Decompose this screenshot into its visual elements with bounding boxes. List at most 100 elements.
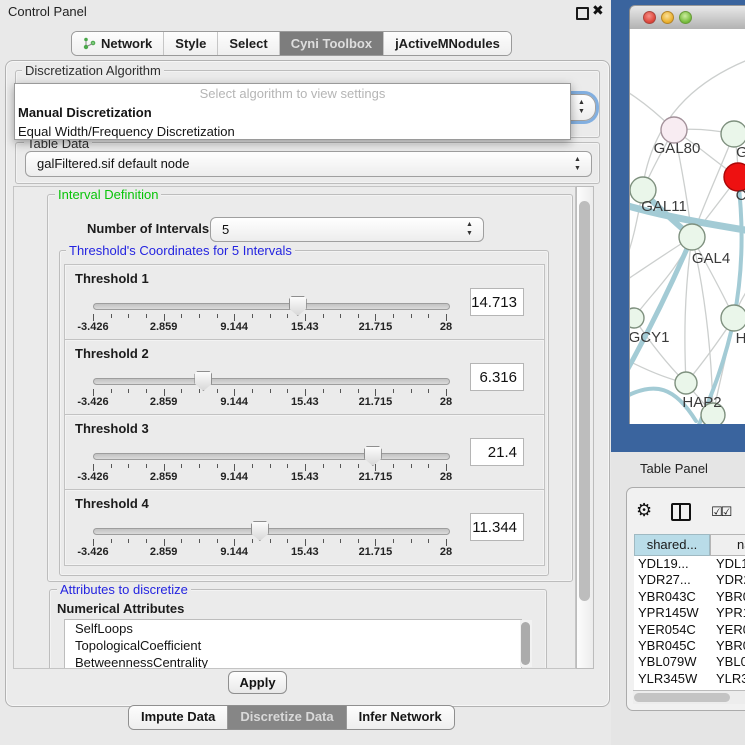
hscroll-thumb[interactable] <box>634 693 730 702</box>
apply-button[interactable]: Apply <box>228 671 287 694</box>
table-row[interactable]: YDL19...YDL1 <box>634 556 745 572</box>
threshold-slider-thumb[interactable] <box>364 446 382 466</box>
tab-select[interactable]: Select <box>218 32 279 55</box>
threshold-value-field[interactable]: 11.344 <box>470 513 524 541</box>
threshold-slider-thumb[interactable] <box>289 296 307 316</box>
threshold-panel-1: Threshold 1-3.4262.8599.14415.4321.71528… <box>64 264 545 341</box>
table-row[interactable]: YBR045CYBR0 <box>634 638 745 654</box>
slider-tick <box>358 314 359 318</box>
network-window-titlebar[interactable] <box>629 5 745 30</box>
slider-tick-label: 21.715 <box>359 321 393 333</box>
slider-tick <box>340 314 341 318</box>
attribute-item[interactable]: TopologicalCoefficient <box>65 637 521 654</box>
node-label-gal4: GAL4 <box>692 250 730 267</box>
network-canvas[interactable]: GAL80GCGAL11GAL4GCY1HHAP2 <box>629 29 745 424</box>
slider-tick-label: 21.715 <box>359 471 393 483</box>
table-panel: Table Panel ⚙ ☑☑ shared... na YDL19...YD… <box>611 452 745 745</box>
window-minimize-icon[interactable] <box>661 11 674 24</box>
slider-tick <box>323 539 324 543</box>
close-icon[interactable]: ✖ <box>592 2 604 19</box>
slider-tick-label: -3.426 <box>77 321 108 333</box>
slider-tick-label: 9.144 <box>220 546 248 558</box>
threshold-slider-track[interactable] <box>93 303 450 310</box>
slider-tick <box>199 464 200 468</box>
bottom-tab-bar: Impute DataDiscretize DataInfer Network <box>128 705 455 730</box>
popup-item[interactable]: Manual Discretization <box>15 103 570 122</box>
network-node-hap2[interactable] <box>675 372 697 394</box>
tab-discretize-data[interactable]: Discretize Data <box>228 706 346 729</box>
slider-tick <box>234 389 235 396</box>
threshold-value-field[interactable]: 21.4 <box>470 438 524 466</box>
network-node-gcy1[interactable] <box>630 308 644 328</box>
tab-impute-data[interactable]: Impute Data <box>129 706 228 729</box>
slider-tick <box>93 314 94 321</box>
tab-style[interactable]: Style <box>164 32 218 55</box>
cell-shared-name: YPR145W <box>634 605 710 621</box>
slider-tick <box>287 389 288 393</box>
combo-spinner-icon: ▲▼ <box>464 220 475 238</box>
cell-shared-name: YER054C <box>634 622 710 638</box>
main-scrollbar[interactable] <box>576 186 594 669</box>
slider-tick <box>146 464 147 468</box>
slider-tick <box>358 389 359 393</box>
checkbox-pair-icon[interactable]: ☑☑ <box>711 504 730 520</box>
numerical-attributes-list[interactable]: SelfLoopsTopologicalCoefficientBetweenne… <box>64 619 522 669</box>
network-node-h[interactable] <box>721 305 745 331</box>
gear-icon[interactable]: ⚙ <box>636 500 652 521</box>
interval-definition-label: Interval Definition <box>55 187 161 202</box>
node-attribute-table[interactable]: shared... na YDL19...YDL1YDR27...YDR2YBR… <box>634 534 745 691</box>
table-data-combo[interactable]: galFiltered.sif default node ▲▼ <box>25 151 592 177</box>
number-of-intervals-value: 5 <box>222 222 229 237</box>
slider-tick <box>199 389 200 393</box>
slider-tick <box>305 464 306 471</box>
table-row[interactable]: YBR043CYBR0 <box>634 589 745 605</box>
slider-tick <box>375 389 376 396</box>
table-row[interactable]: YDR27...YDR2 <box>634 572 745 588</box>
window-zoom-icon[interactable] <box>679 11 692 24</box>
table-row[interactable]: YER054CYER0 <box>634 622 745 638</box>
slider-tick <box>340 389 341 393</box>
threshold-value-field[interactable]: 6.316 <box>470 363 524 391</box>
thresholds-group-label: Threshold's Coordinates for 5 Intervals <box>66 243 295 258</box>
threshold-slider-track[interactable] <box>93 453 450 460</box>
network-node-gal4[interactable] <box>679 224 705 250</box>
window-close-icon[interactable] <box>643 11 656 24</box>
attribute-item[interactable]: SelfLoops <box>65 620 521 637</box>
table-row[interactable]: YPR145WYPR1 <box>634 605 745 621</box>
table-header-shared[interactable]: shared... <box>634 534 710 556</box>
tab-infer-network[interactable]: Infer Network <box>347 706 454 729</box>
slider-tick-label: 2.859 <box>150 546 178 558</box>
slider-tick <box>181 539 182 543</box>
slider-tick-label: 28 <box>440 321 452 333</box>
threshold-slider-track[interactable] <box>93 378 450 385</box>
slider-tick <box>393 389 394 393</box>
slider-tick <box>234 314 235 321</box>
table-row[interactable]: YBL079WYBL0 <box>634 654 745 670</box>
table-horizontal-scrollbar[interactable] <box>633 690 745 704</box>
number-of-intervals-combo[interactable]: 5 ▲▼ <box>210 217 484 242</box>
threshold-slider-thumb[interactable] <box>251 521 269 541</box>
float-window-icon[interactable] <box>576 7 589 20</box>
tab-network[interactable]: Network <box>72 32 164 55</box>
cell-name: YDL1 <box>710 556 745 572</box>
threshold-slider-thumb[interactable] <box>194 371 212 391</box>
attributes-list-scrollbar[interactable] <box>520 620 532 667</box>
tab-cyni-toolbox[interactable]: Cyni Toolbox <box>280 32 384 55</box>
attribute-item[interactable]: BetweennessCentrality <box>65 654 521 669</box>
slider-tick-label: 28 <box>440 471 452 483</box>
table-row[interactable]: YLR345WYLR3 <box>634 671 745 687</box>
cell-name: YBR0 <box>710 589 745 605</box>
node-label-h: H <box>736 330 745 347</box>
main-scrollbar-thumb[interactable] <box>579 201 590 601</box>
threshold-slider-track[interactable] <box>93 528 450 535</box>
tab-jactivemnodules[interactable]: jActiveMNodules <box>384 32 511 55</box>
cell-name: YDR2 <box>710 572 745 588</box>
popup-item[interactable]: Equal Width/Frequency Discretization <box>15 122 570 141</box>
slider-tick-label: 21.715 <box>359 396 393 408</box>
threshold-value-field[interactable]: 14.713 <box>470 288 524 316</box>
tab-label: jActiveMNodules <box>395 33 500 55</box>
split-panel-icon[interactable] <box>671 503 691 521</box>
slider-tick <box>411 539 412 543</box>
table-header-name[interactable]: na <box>710 534 745 556</box>
slider-tick-label: 21.715 <box>359 546 393 558</box>
